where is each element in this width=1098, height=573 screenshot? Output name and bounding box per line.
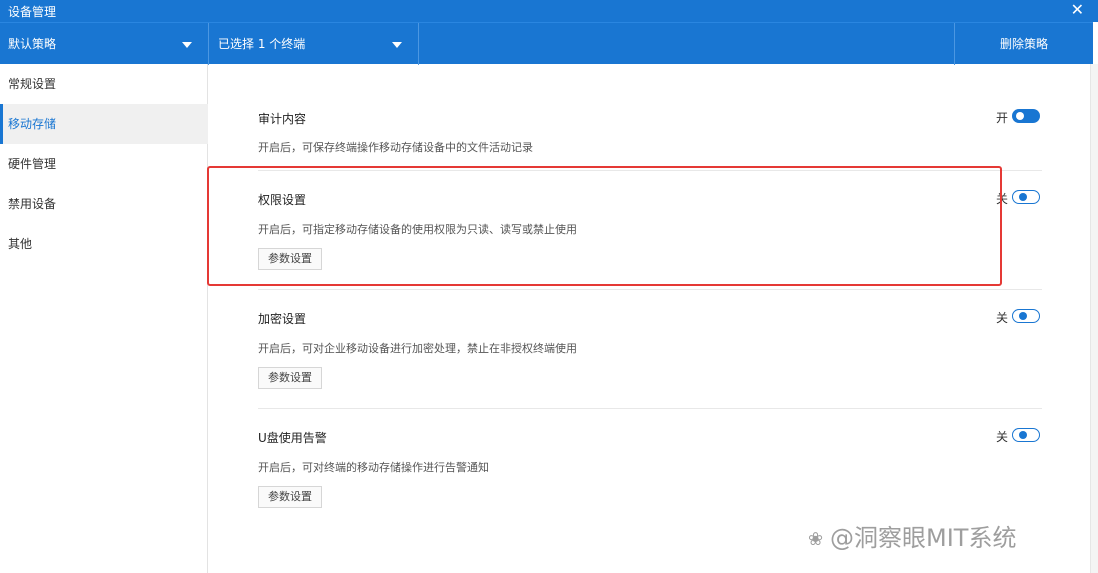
toggle-state-label: 关 [996,311,1009,325]
scroll-rail[interactable] [1090,64,1098,573]
section-description: 开启后，可保存终端操作移动存储设备中的文件活动记录 [258,141,533,154]
sidebar-item-removable-storage[interactable]: 移动存储 [0,104,208,144]
chevron-down-icon [182,42,192,48]
delete-policy-button[interactable]: 删除策略 [955,23,1093,65]
toggle-knob [1019,193,1027,201]
usb-alert-toggle[interactable] [1012,428,1040,442]
section-encryption: 加密设置 开启后，可对企业移动设备进行加密处理，禁止在非授权终端使用 参数设置 [258,308,1042,398]
terminal-select-label: 已选择 1 个终端 [218,37,306,51]
policy-select-label: 默认策略 [8,37,57,51]
section-divider [258,408,1042,409]
terminal-select[interactable]: 已选择 1 个终端 [218,23,418,65]
permission-toggle[interactable] [1012,190,1040,204]
section-usb-alert: U盘使用告警 开启后，可对终端的移动存储操作进行告警通知 参数设置 [258,427,1042,517]
toggle-state-label: 开 [996,111,1009,125]
section-audit: 审计内容 开启后，可保存终端操作移动存储设备中的文件活动记录 [258,108,1042,168]
window-title: 设备管理 [8,5,57,19]
toolbar-divider [208,23,209,65]
section-description: 开启后，可对终端的移动存储操作进行告警通知 [258,461,489,474]
toolbar: 默认策略 已选择 1 个终端 删除策略 [0,22,1093,65]
section-description: 开启后，可对企业移动设备进行加密处理，禁止在非授权终端使用 [258,342,577,355]
section-title: 加密设置 [258,312,307,326]
encryption-toggle[interactable] [1012,309,1040,323]
sidebar-item-other[interactable]: 其他 [0,224,208,264]
toggle-knob [1019,431,1027,439]
paw-icon: ❀ [808,528,824,550]
sidebar-item-hardware[interactable]: 硬件管理 [0,144,208,184]
usb-alert-params-button[interactable]: 参数设置 [258,486,322,508]
toggle-state-label: 关 [996,430,1009,444]
sidebar-item-general[interactable]: 常规设置 [0,64,208,104]
toolbar-divider [418,23,419,65]
toggle-knob [1019,312,1027,320]
section-title: 审计内容 [258,112,307,126]
section-divider [258,289,1042,290]
watermark: ❀ @洞察眼MIT系统 [808,518,1016,553]
sidebar: 常规设置 移动存储 硬件管理 禁用设备 其他 [0,64,208,573]
close-icon[interactable]: ✕ [1071,1,1084,19]
encryption-params-button[interactable]: 参数设置 [258,367,322,389]
sidebar-item-disabled-devices[interactable]: 禁用设备 [0,184,208,224]
toggle-knob [1016,112,1024,120]
audit-toggle[interactable] [1012,109,1040,123]
policy-select[interactable]: 默认策略 [8,23,208,65]
watermark-text: @洞察眼MIT系统 [830,524,1017,552]
section-title: U盘使用告警 [258,431,327,445]
window-titlebar: 设备管理 ✕ [0,0,1098,22]
chevron-down-icon [392,42,402,48]
highlight-annotation [207,166,1002,286]
